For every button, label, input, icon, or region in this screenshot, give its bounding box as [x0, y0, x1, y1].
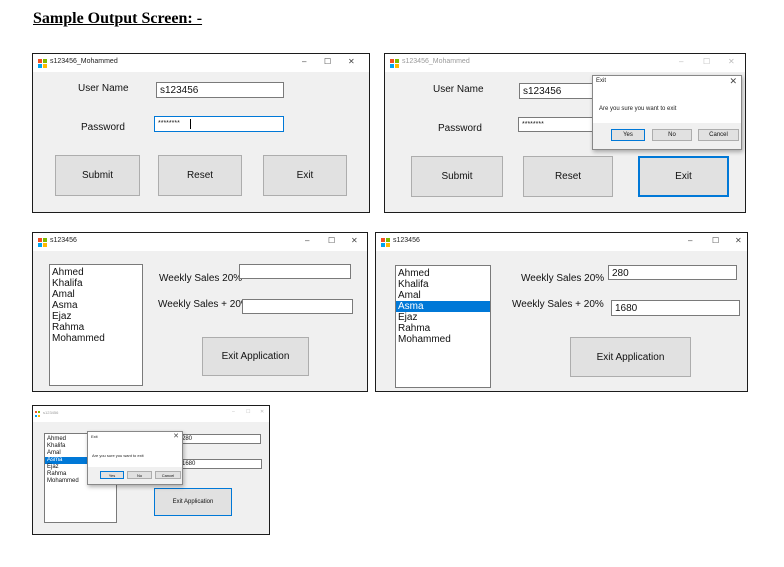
exit-dialog: Exit ✕ Are you sure you want to exit Yes…: [592, 75, 742, 150]
exit-button[interactable]: Exit: [263, 155, 347, 196]
login-window-exit-dialog: s123456_Mohammed – ☐ ✕ User Name s123456…: [384, 53, 746, 213]
exit-dialog: Exit ✕ Are you sure you want to exit Yes…: [87, 431, 183, 485]
maximize-icon[interactable]: ☐: [703, 57, 710, 66]
list-item[interactable]: Ejaz: [396, 312, 490, 323]
reset-button[interactable]: Reset: [523, 156, 613, 197]
dialog-close-icon[interactable]: ✕: [173, 432, 179, 440]
yes-button[interactable]: Yes: [611, 129, 645, 141]
maximize-icon[interactable]: ☐: [712, 236, 719, 245]
list-item[interactable]: Amal: [50, 289, 142, 300]
username-field[interactable]: s123456: [156, 82, 284, 98]
weekly-sales-field[interactable]: 280: [608, 265, 737, 280]
username-label: User Name: [433, 84, 484, 95]
close-icon[interactable]: ✕: [260, 409, 264, 415]
cancel-button[interactable]: Cancel: [155, 471, 181, 479]
close-icon[interactable]: ✕: [348, 57, 355, 66]
list-item[interactable]: Amal: [396, 290, 490, 301]
title-bar: s123456 – ☐ ✕: [33, 233, 367, 251]
password-label: Password: [81, 122, 125, 133]
cancel-button[interactable]: Cancel: [698, 129, 739, 141]
dialog-close-icon[interactable]: ✕: [729, 76, 737, 87]
password-text: ********: [158, 120, 180, 127]
window-title: s123456_Mohammed: [50, 58, 118, 65]
minimize-icon[interactable]: –: [305, 236, 309, 245]
app-icon: [381, 238, 390, 247]
weekly-sales-plus-label: Weekly Sales + 20%: [512, 299, 604, 310]
page-heading: Sample Output Screen: -: [33, 10, 203, 27]
minimize-icon[interactable]: –: [679, 57, 683, 66]
password-field[interactable]: ********: [154, 116, 284, 132]
sales-window-selected: s123456 – ☐ ✕ Ahmed Khalifa Amal Asma Ej…: [375, 232, 748, 392]
list-item[interactable]: Rahma: [50, 322, 142, 333]
list-item[interactable]: Khalifa: [396, 279, 490, 290]
title-bar: s123456_Mohammed – ☐ ✕: [385, 54, 745, 72]
window-title: s123456: [50, 237, 77, 244]
sales-window-exit-dialog: s123456 – ☐ ✕ Ahmed Khalifa Amal Asma Ej…: [32, 405, 270, 535]
window-title: s123456: [393, 237, 420, 244]
password-field[interactable]: ********: [518, 117, 595, 132]
minimize-icon[interactable]: –: [688, 236, 692, 245]
password-label: Password: [438, 123, 482, 134]
exit-application-button[interactable]: Exit Application: [202, 337, 309, 376]
list-item[interactable]: Asma: [50, 300, 142, 311]
weekly-sales-plus-field[interactable]: [242, 299, 353, 314]
weekly-sales-label: Weekly Sales 20%: [159, 273, 243, 284]
close-icon[interactable]: ✕: [728, 57, 735, 66]
names-listbox[interactable]: Ahmed Khalifa Amal Asma Ejaz Rahma Moham…: [395, 265, 491, 388]
submit-button[interactable]: Submit: [55, 155, 140, 196]
app-icon: [38, 238, 47, 247]
password-text: ********: [522, 121, 544, 128]
dialog-title: Exit: [596, 78, 607, 84]
app-icon: [390, 59, 399, 68]
weekly-sales-plus-label: Weekly Sales + 20%: [158, 299, 250, 310]
list-item[interactable]: Rahma: [396, 323, 490, 334]
window-title: s123456: [43, 410, 59, 415]
sales-window: s123456 – ☐ ✕ Ahmed Khalifa Amal Asma Ej…: [32, 232, 368, 392]
dialog-message: Are you sure you want to exit: [599, 106, 677, 112]
submit-button[interactable]: Submit: [411, 156, 503, 197]
weekly-sales-plus-field[interactable]: 1680: [179, 459, 262, 469]
window-title: s123456_Mohammed: [402, 58, 470, 65]
list-item[interactable]: Ahmed: [396, 268, 490, 279]
weekly-sales-field[interactable]: [239, 264, 351, 279]
dialog-footer: Yes No Cancel: [593, 123, 741, 149]
title-bar: s123456 – ☐ ✕: [33, 406, 269, 422]
list-item[interactable]: Mohammed: [50, 333, 142, 344]
weekly-sales-label: Weekly Sales 20%: [521, 273, 605, 284]
names-listbox[interactable]: Ahmed Khalifa Amal Asma Ejaz Rahma Moham…: [49, 264, 143, 386]
weekly-sales-field[interactable]: 280: [179, 434, 261, 444]
username-label: User Name: [78, 83, 129, 94]
list-item[interactable]: Ahmed: [50, 267, 142, 278]
title-bar: s123456 – ☐ ✕: [376, 233, 747, 251]
list-item[interactable]: Mohammed: [396, 334, 490, 345]
weekly-sales-plus-field[interactable]: 1680: [611, 300, 740, 316]
dialog-title: Exit: [91, 434, 98, 439]
list-item-selected[interactable]: Asma: [396, 301, 490, 312]
no-button[interactable]: No: [652, 129, 692, 141]
no-button[interactable]: No: [127, 471, 152, 479]
exit-application-button[interactable]: Exit Application: [154, 488, 232, 516]
maximize-icon[interactable]: ☐: [328, 236, 335, 245]
minimize-icon[interactable]: –: [232, 409, 235, 415]
login-window: s123456_Mohammed – ☐ ✕ User Name s123456…: [32, 53, 370, 213]
close-icon[interactable]: ✕: [351, 236, 358, 245]
list-item[interactable]: Ejaz: [50, 311, 142, 322]
yes-button[interactable]: Yes: [100, 471, 124, 479]
text-cursor: [190, 119, 191, 129]
title-bar: s123456_Mohammed – ☐ ✕: [33, 54, 369, 72]
username-field[interactable]: s123456: [519, 83, 595, 99]
maximize-icon[interactable]: ☐: [246, 409, 250, 415]
dialog-footer: Yes No Cancel: [88, 467, 182, 484]
exit-button[interactable]: Exit: [638, 156, 729, 197]
exit-application-button[interactable]: Exit Application: [570, 337, 691, 377]
maximize-icon[interactable]: ☐: [324, 57, 331, 66]
app-icon: [35, 411, 41, 417]
app-icon: [38, 59, 47, 68]
minimize-icon[interactable]: –: [302, 57, 306, 66]
reset-button[interactable]: Reset: [158, 155, 242, 196]
close-icon[interactable]: ✕: [735, 236, 742, 245]
dialog-message: Are you sure you want to exit: [92, 453, 144, 458]
list-item[interactable]: Khalifa: [50, 278, 142, 289]
